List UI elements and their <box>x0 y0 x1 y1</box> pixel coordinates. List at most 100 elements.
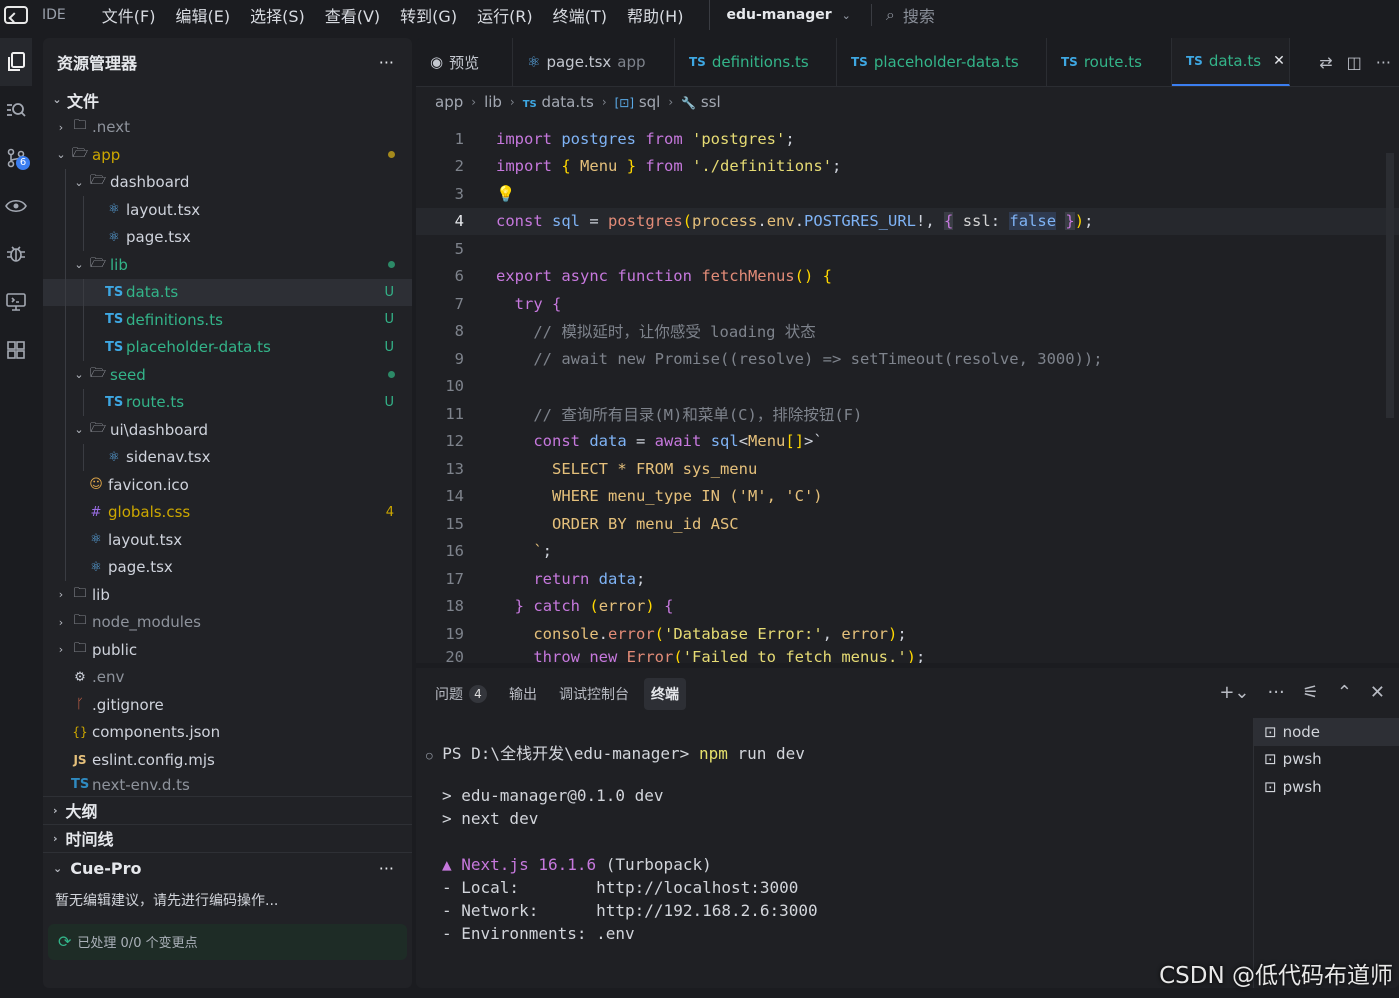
tree-label: favicon.ico <box>108 475 189 494</box>
refresh-icon[interactable]: ⟳ <box>58 932 71 951</box>
variable-icon: [⊡] <box>614 96 635 110</box>
tree-file-components-json[interactable]: {} components.json <box>43 719 412 747</box>
close-icon[interactable]: ✕ <box>1370 682 1385 703</box>
breadcrumb-item[interactable]: app <box>435 93 463 111</box>
scrollbar[interactable] <box>1386 153 1394 418</box>
split-editor-icon[interactable]: ◫ <box>1347 53 1362 72</box>
timeline-section[interactable]: › 时间线 <box>43 823 412 852</box>
breadcrumb-item[interactable]: TS data.ts <box>523 93 594 111</box>
breadcrumb-item[interactable]: [⊡] sql <box>615 93 661 111</box>
tree-folder-next[interactable]: › 🗀 .next <box>43 114 412 142</box>
chevron-down-icon: ⌄ <box>74 423 84 437</box>
tree-file-gitignore[interactable]: ᚴ .gitignore <box>43 691 412 719</box>
code-line: 12 const data = await sql<Menu[]>` <box>445 432 823 451</box>
panel-actions: +⌄ ··· ⚟ ⌃ ✕ <box>1219 682 1385 703</box>
tree-file-next-env[interactable]: TS next-env.d.ts <box>43 774 412 796</box>
more-actions-icon[interactable]: ··· <box>1268 682 1285 703</box>
breadcrumb-item[interactable]: 🔧 ssl <box>681 93 721 111</box>
terminal-item-label: pwsh <box>1282 777 1322 796</box>
chevron-down-icon: ⌄ <box>74 258 84 272</box>
code-line: 15 ORDER BY menu_id ASC <box>445 514 739 533</box>
close-icon[interactable]: ✕ <box>1273 53 1285 69</box>
menu-help[interactable]: 帮助(H) <box>627 3 684 27</box>
tree-file-sidenav[interactable]: ⚛ sidenav.tsx <box>43 443 412 471</box>
outline-section[interactable]: › 大纲 <box>43 795 412 824</box>
terminal-item-node[interactable]: ⊡ node <box>1254 718 1399 746</box>
tab-definitions[interactable]: TS definitions.ts <box>675 38 837 86</box>
terminal-line: > edu-manager@0.1.0 dev <box>442 786 664 805</box>
tree-file-page[interactable]: ⚛ page.tsx <box>43 223 412 251</box>
tree-file-env[interactable]: ⚙ .env <box>43 664 412 692</box>
tab-debug-console[interactable]: 调试控制台 <box>552 678 636 710</box>
terminal-item-pwsh[interactable]: ⊡ pwsh <box>1254 746 1399 774</box>
search-files-icon[interactable] <box>0 86 32 134</box>
tree-file-layout[interactable]: ⚛ layout.tsx <box>43 196 412 224</box>
tab-placeholder-data[interactable]: TS placeholder-data.ts <box>837 38 1047 86</box>
tab-output[interactable]: 输出 <box>502 678 544 710</box>
tree-folder-lib[interactable]: ⌄ 🗁 lib <box>43 251 412 279</box>
tab-terminal[interactable]: 终端 <box>644 678 686 710</box>
tree-label: layout.tsx <box>108 530 183 549</box>
root-folder[interactable]: ⌄ 文件 <box>43 86 412 114</box>
eye-icon[interactable] <box>0 182 32 230</box>
tab-problems[interactable]: 问题 4 <box>428 678 494 710</box>
add-terminal-icon[interactable]: +⌄ <box>1219 682 1249 703</box>
tab-page-tsx[interactable]: ⚛ page.tsx app <box>513 38 675 86</box>
tree-folder-node-modules[interactable]: › 🗀 node_modules <box>43 609 412 637</box>
favicon-icon: ☺ <box>89 477 103 493</box>
tree-file-eslint-config[interactable]: JS eslint.config.mjs <box>43 746 412 774</box>
tree-label: definitions.ts <box>126 310 223 329</box>
code-line: 3 💡 <box>454 184 516 203</box>
tree-folder-app[interactable]: ⌄ 🗁 app <box>43 141 412 169</box>
project-switcher[interactable]: edu-manager ⌄ <box>709 0 851 30</box>
terminal-output[interactable]: ○ PS D:\全栈开发\edu-manager> npm run dev > … <box>426 740 818 947</box>
more-actions-icon[interactable]: ··· <box>379 859 394 878</box>
menu-file[interactable]: 文件(F) <box>102 3 156 27</box>
tree-file-favicon[interactable]: ☺ favicon.ico <box>43 471 412 499</box>
tree-file-definitions[interactable]: TS definitions.ts U <box>43 306 412 334</box>
tree-folder-dashboard[interactable]: ⌄ 🗁 dashboard <box>43 168 412 196</box>
more-actions-icon[interactable]: ··· <box>1376 53 1391 72</box>
tab-preview[interactable]: ◉ 预览 <box>416 38 513 86</box>
more-actions-icon[interactable]: ··· <box>379 53 394 72</box>
tree-folder-seed[interactable]: ⌄ 🗁 seed <box>43 361 412 389</box>
terminal-item-pwsh[interactable]: ⊡ pwsh <box>1254 773 1399 801</box>
code-line: 5 <box>454 239 464 258</box>
tab-data-ts[interactable]: TS data.ts ✕ <box>1172 38 1290 86</box>
tab-label: definitions.ts <box>711 53 809 71</box>
compare-changes-icon[interactable]: ⇄ <box>1319 53 1332 72</box>
search-box[interactable]: ⌕ 搜索 <box>870 4 935 26</box>
tree-file-app-layout[interactable]: ⚛ layout.tsx <box>43 526 412 554</box>
typescript-icon: TS <box>105 284 124 300</box>
menu-view[interactable]: 查看(V) <box>325 3 380 27</box>
tree-file-app-page[interactable]: ⚛ page.tsx <box>43 553 412 581</box>
code-area[interactable]: 1 import postgres from 'postgres'; 2 impor… <box>416 125 1399 663</box>
tree-file-placeholder-data[interactable]: TS placeholder-data.ts U <box>43 333 412 361</box>
extensions-icon[interactable] <box>0 326 32 374</box>
menu-terminal[interactable]: 终端(T) <box>553 3 607 27</box>
app-logo-icon[interactable] <box>0 0 32 30</box>
source-control-icon[interactable]: 6 <box>0 134 32 182</box>
folder-open-icon: 🗁 <box>89 420 107 436</box>
menu-selection[interactable]: 选择(S) <box>250 3 305 27</box>
explorer-icon[interactable] <box>0 38 32 86</box>
menu-edit[interactable]: 编辑(E) <box>175 3 230 27</box>
tree-folder-public[interactable]: › 🗀 public <box>43 636 412 664</box>
debug-icon[interactable] <box>0 230 32 278</box>
tree-file-data[interactable]: TS data.ts U <box>43 278 412 306</box>
menu-run[interactable]: 运行(R) <box>477 3 533 27</box>
menu-go[interactable]: 转到(G) <box>400 3 457 27</box>
chevron-up-icon[interactable]: ⌃ <box>1337 682 1352 703</box>
tree-folder-root-lib[interactable]: › 🗀 lib <box>43 581 412 609</box>
tree-label: .gitignore <box>92 695 164 714</box>
cue-pro-section[interactable]: ⌄ Cue-Pro ··· <box>43 851 412 884</box>
tab-route[interactable]: TS route.ts <box>1047 38 1172 86</box>
tree-label: .next <box>92 118 130 137</box>
tree-file-globals-css[interactable]: # globals.css 4 <box>43 498 412 526</box>
remote-monitor-icon[interactable] <box>0 278 32 326</box>
settings-sliders-icon[interactable]: ⚟ <box>1303 682 1319 703</box>
tree-folder-ui-dashboard[interactable]: ⌄ 🗁 ui\dashboard <box>43 416 412 444</box>
breadcrumb-item[interactable]: lib <box>484 93 502 111</box>
terminal-line: - Local: http://localhost:3000 <box>442 878 799 897</box>
tree-file-route[interactable]: TS route.ts U <box>43 388 412 416</box>
